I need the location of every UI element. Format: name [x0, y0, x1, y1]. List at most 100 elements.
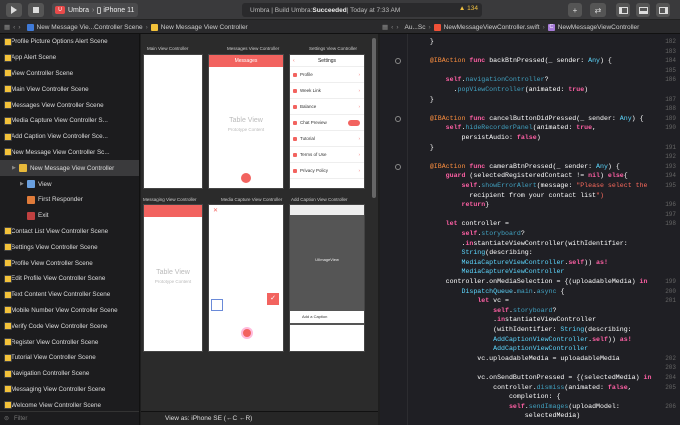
outline-item-label: First Responder	[38, 196, 83, 204]
breadcrumb-item-file[interactable]: NewMessageViewController.swift	[444, 24, 540, 31]
chevron-right-icon[interactable]: ›	[18, 24, 20, 31]
stop-button[interactable]	[28, 3, 44, 17]
warning-count[interactable]: ▲ 134	[459, 5, 482, 12]
ibaction-connection-icon[interactable]	[395, 163, 401, 170]
library-button[interactable]: +	[568, 3, 582, 17]
line-number: 189	[665, 114, 676, 122]
disclosure-triangle-icon[interactable]: ▶	[20, 181, 27, 187]
settings-row-icon	[293, 105, 297, 109]
outline-item-label: Profile Picture Options Alert Scene	[11, 38, 108, 46]
settings-row-label: Week Link	[300, 88, 321, 93]
outline-item[interactable]: ▶Contact List View Controller Scene	[0, 224, 139, 240]
outline-item[interactable]: ▶ New Message View Controller	[0, 160, 139, 177]
outline-filter[interactable]: ⊜ Filter	[0, 411, 139, 425]
storyboard-canvas[interactable]: Main View Controller Messages View Contr…	[141, 34, 378, 425]
compose-icon	[241, 173, 251, 183]
chevron-right-icon[interactable]: ›	[396, 24, 398, 31]
breadcrumb-item-class[interactable]: NewMessageViewController	[558, 24, 640, 31]
code-line: .popViewController(animated: true)	[414, 86, 589, 93]
inspector-toggle[interactable]	[656, 3, 670, 17]
code-line: self.hideRecorderPanel(animated: true,	[445, 124, 597, 132]
media-capture-view-controller-scene[interactable]: ✕ ✓	[208, 204, 284, 352]
outline-item[interactable]: Exit	[0, 208, 139, 224]
add-caption-view-controller-scene[interactable]: UIImageView Add a Caption	[289, 204, 365, 352]
outline-item[interactable]: ▶Main View Controller Scene	[0, 81, 139, 97]
scheme-selector[interactable]: U Umbra › iPhone 11	[52, 3, 138, 17]
outline-item[interactable]: ▶Messaging View Controller Scene	[0, 382, 139, 398]
code-review-button[interactable]: ⇄	[590, 3, 606, 17]
settings-row: Profile ›	[290, 67, 364, 83]
chevron-right-icon: ›	[145, 23, 148, 31]
scene-icon	[4, 290, 12, 299]
outline-item[interactable]: ▶Edit Profile View Controller Scene	[0, 271, 139, 287]
outline-item-label: Register View Controller Scene	[11, 338, 99, 346]
outline-item-label: Profile View Controller Scene	[11, 259, 93, 267]
outline-item[interactable]: ▶View Controller Scene	[0, 66, 139, 82]
scene-title-main: Main View Controller	[147, 46, 189, 51]
settings-row: Chat Preview	[290, 115, 364, 131]
filter-icon: ⊜	[4, 416, 10, 422]
code-line: self.sendImages(uploadModel:	[508, 402, 620, 410]
view-as-label[interactable]: View as: iPhone SE (←C ←R)	[165, 415, 252, 422]
outline-item[interactable]: ▶ View	[0, 176, 139, 192]
outline-item-label: Add Caption View Controller Sce...	[11, 133, 108, 141]
outline-item[interactable]: ▶Navigation Controller Scene	[0, 366, 139, 382]
panel-bottom-icon	[638, 6, 648, 14]
scene-icon	[4, 148, 12, 157]
outline-item-label: Welcome View Controller Scene	[11, 401, 102, 409]
code-line: recipient from your contact list")	[414, 191, 604, 199]
ibaction-connection-icon[interactable]	[395, 115, 401, 122]
outline-item[interactable]: ▶App Alert Scene	[0, 50, 139, 66]
prototype-content-label: Prototype Content	[154, 279, 192, 284]
debug-area-toggle[interactable]	[636, 3, 650, 17]
line-number: 187	[665, 95, 676, 103]
settings-header: ‹ Settings	[290, 55, 364, 67]
navigator-toggle[interactable]	[616, 3, 630, 17]
outline-item[interactable]: ▼New Message View Controller Sc...	[0, 145, 139, 161]
line-number: 188	[665, 105, 676, 113]
scene-icon	[4, 243, 12, 252]
outline-item[interactable]: ▶Text Content View Controller Scene	[0, 287, 139, 303]
outline-item[interactable]: ▶Media Capture View Controller S...	[0, 113, 139, 129]
chevron-left-icon[interactable]: ‹	[391, 24, 393, 31]
messages-view-controller-scene[interactable]: Messages Table View Prototype Content	[208, 54, 284, 189]
run-button[interactable]	[6, 3, 22, 17]
settings-view-controller-scene[interactable]: ‹ Settings Profile › Week Link › Balance › Chat…	[289, 54, 365, 189]
left-breadcrumb[interactable]: ▦ ‹ › New Message Vie...Controller Scene…	[4, 20, 376, 34]
breadcrumb-item-group[interactable]: Au...Sc	[405, 24, 426, 31]
code-editor[interactable]: 182 } 183 184 @IBAction func backBtnPresse…	[380, 34, 680, 425]
outline-item[interactable]: First Responder	[0, 192, 139, 208]
outline-item-label: Mobile Number View Controller Scene	[11, 306, 118, 314]
outline-item-label: View Controller Scene	[11, 69, 74, 77]
outline-item[interactable]: ▶Settings View Controller Scene	[0, 239, 139, 255]
messages-header: Messages	[209, 55, 283, 67]
code-line: let vc =	[477, 297, 509, 305]
outline-item[interactable]: ▶Register View Controller Scene	[0, 334, 139, 350]
code-line: selectedMedia)	[414, 412, 581, 420]
messaging-view-controller-scene[interactable]: Table View Prototype Content	[143, 204, 203, 352]
device-label: iPhone 11	[103, 6, 135, 14]
warning-icon: ▲	[458, 5, 468, 12]
settings-row-icon	[293, 121, 297, 125]
outline-item[interactable]: ▶Tutorial View Controller Scene	[0, 350, 139, 366]
right-breadcrumb[interactable]: ▦ ‹ › Au...Sc › NewMessageViewController…	[382, 20, 680, 34]
outline-item[interactable]: ▶Profile View Controller Scene	[0, 255, 139, 271]
chevron-right-icon: ›	[358, 72, 361, 77]
outline-item[interactable]: ▶Messages View Controller Scene	[0, 97, 139, 113]
breadcrumb-item-controller[interactable]: New Message View Controller	[161, 24, 248, 31]
code-line: controller.dismiss(animated: false,	[414, 383, 632, 391]
chevron-right-icon: ›	[358, 136, 361, 141]
main-view-controller-scene[interactable]	[143, 54, 203, 189]
canvas-scrollbar[interactable]	[372, 38, 376, 198]
line-number: 200	[665, 287, 676, 295]
status-prefix: Umbra | Build Umbra:	[250, 6, 313, 14]
outline-item[interactable]: ▶Mobile Number View Controller Scene	[0, 303, 139, 319]
outline-item[interactable]: ▶Add Caption View Controller Sce...	[0, 129, 139, 145]
chevron-left-icon[interactable]: ‹	[13, 24, 15, 31]
breadcrumb-item-scene[interactable]: New Message Vie...Controller Scene	[37, 24, 143, 31]
outline-item[interactable]: ▶Verify Code View Controller Scene	[0, 318, 139, 334]
outline-item[interactable]: ▶Profile Picture Options Alert Scene	[0, 34, 139, 50]
disclosure-triangle-icon[interactable]: ▶	[12, 165, 19, 171]
scene-icon	[4, 385, 12, 394]
settings-row-label: Privacy Policy	[300, 168, 329, 173]
